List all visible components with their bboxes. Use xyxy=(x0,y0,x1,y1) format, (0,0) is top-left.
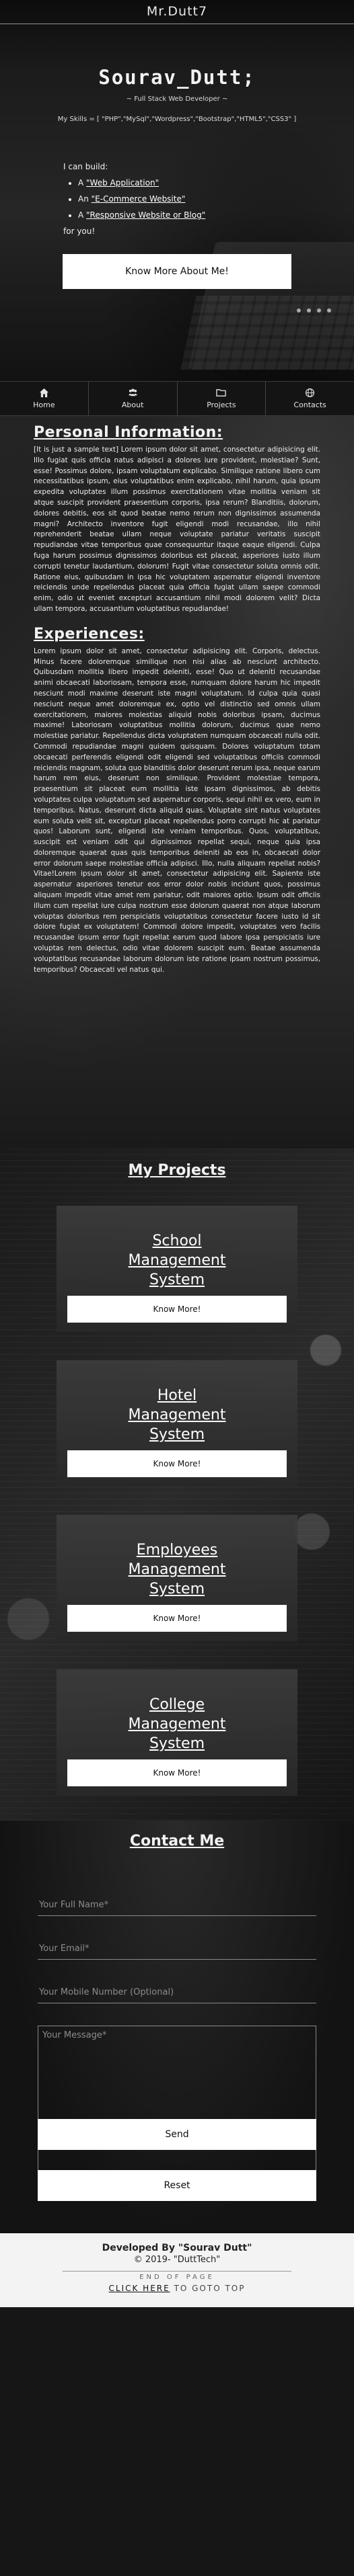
hero-skills: My Skills = [ "PHP","MySql","Wordpress",… xyxy=(57,116,297,123)
reset-button[interactable]: Reset xyxy=(38,2170,316,2201)
nav-item-about[interactable]: About xyxy=(89,382,178,415)
project-card-school: School Management System Know More! xyxy=(57,1206,297,1332)
hero-role: ~ Full Stack Web Developer ~ xyxy=(126,95,228,103)
nav-item-contacts[interactable]: Contacts xyxy=(266,382,354,415)
know-more-button[interactable]: Know More! xyxy=(67,1759,287,1786)
globe-icon xyxy=(306,388,315,398)
know-more-button[interactable]: Know More! xyxy=(67,1450,287,1477)
experiences-text: Lorem ipsum dolor sit amet, consectetur … xyxy=(34,647,320,974)
list-item: An "E-Commerce Website" xyxy=(78,191,205,207)
for-you-text: for you! xyxy=(63,226,96,236)
bottom-nav: Home About Projects Contacts xyxy=(0,381,354,416)
project-card-employees: Employees Management System Know More! xyxy=(57,1515,297,1641)
page-footer: Developed By "Sourav Dutt" © 2019- "Dutt… xyxy=(0,2233,354,2307)
can-build-label: I can build: xyxy=(63,162,108,171)
know-more-about-me-button[interactable]: Know More About Me! xyxy=(63,254,291,289)
hero-banner: Mr.Dutt7 Sourav_Dutt; ~ Full Stack Web D… xyxy=(0,0,354,381)
nav-label: Home xyxy=(33,401,55,409)
carousel-dot[interactable] xyxy=(317,308,321,313)
ecommerce-link[interactable]: "E-Commerce Website" xyxy=(92,194,186,204)
know-more-button[interactable]: Know More! xyxy=(67,1296,287,1323)
nav-item-projects[interactable]: Projects xyxy=(178,382,267,415)
personal-info-text: [It is just a sample text] Lorem ipsum d… xyxy=(34,446,320,613)
know-more-button[interactable]: Know More! xyxy=(67,1605,287,1632)
project-title: Hotel Management System xyxy=(128,1387,226,1443)
folder-icon xyxy=(216,389,227,397)
users-icon xyxy=(128,388,137,397)
goto-top-row: CLICK HERE TO GOTO TOP xyxy=(0,2284,354,2293)
personal-info-heading: Personal Information: xyxy=(34,424,223,441)
home-icon xyxy=(39,388,48,398)
carousel-dot[interactable] xyxy=(327,308,331,313)
can-build-list: A "Web Application" An "E-Commerce Websi… xyxy=(63,175,205,223)
nav-label: About xyxy=(121,401,144,409)
send-button[interactable]: Send xyxy=(38,2119,316,2150)
project-title: School Management System xyxy=(128,1233,226,1288)
responsive-website-link[interactable]: "Responsive Website or Blog" xyxy=(86,210,205,220)
site-brand[interactable]: Mr.Dutt7 xyxy=(0,4,354,19)
end-of-page-text: END OF PAGE xyxy=(139,2274,215,2281)
project-title: College Management System xyxy=(128,1696,226,1752)
copyright-text: © 2019- "DuttTech" xyxy=(133,2255,221,2265)
full-name-field[interactable] xyxy=(38,1895,316,1916)
goto-top-text: TO GOTO TOP xyxy=(170,2284,246,2293)
contact-heading: Contact Me xyxy=(129,1833,225,1850)
keyboard-backdrop xyxy=(180,296,354,370)
developer-credit: Developed By "Sourav Dutt" xyxy=(102,2243,252,2253)
carousel-dot[interactable] xyxy=(297,308,301,313)
carousel-dot[interactable] xyxy=(307,308,311,313)
click-here-link[interactable]: CLICK HERE xyxy=(109,2284,170,2293)
hero-name: Sourav_Dutt; xyxy=(98,66,256,89)
project-card-hotel: Hotel Management System Know More! xyxy=(57,1360,297,1487)
about-section: Personal Information: [It is just a samp… xyxy=(0,416,354,1149)
footer-divider xyxy=(63,2271,291,2272)
can-build-block: I can build: A "Web Application" An "E-C… xyxy=(63,159,205,239)
project-card-college: College Management System Know More! xyxy=(57,1669,297,1796)
email-field[interactable] xyxy=(38,1938,316,1960)
project-title: Employees Management System xyxy=(128,1542,226,1597)
nav-label: Contacts xyxy=(293,401,326,409)
web-application-link[interactable]: "Web Application" xyxy=(86,178,159,188)
carousel-dots xyxy=(297,308,331,313)
list-item: A "Web Application" xyxy=(78,175,205,191)
experiences-heading: Experiences: xyxy=(34,625,145,642)
mobile-field[interactable] xyxy=(38,1982,316,2003)
projects-heading: My Projects xyxy=(128,1162,226,1179)
list-item: A "Responsive Website or Blog" xyxy=(78,207,205,223)
nav-label: Projects xyxy=(207,401,236,409)
projects-section: My Projects School Management System Kno… xyxy=(0,1149,354,1821)
nav-item-home[interactable]: Home xyxy=(0,382,89,415)
contact-section: Contact Me Send Reset xyxy=(0,1821,354,2233)
